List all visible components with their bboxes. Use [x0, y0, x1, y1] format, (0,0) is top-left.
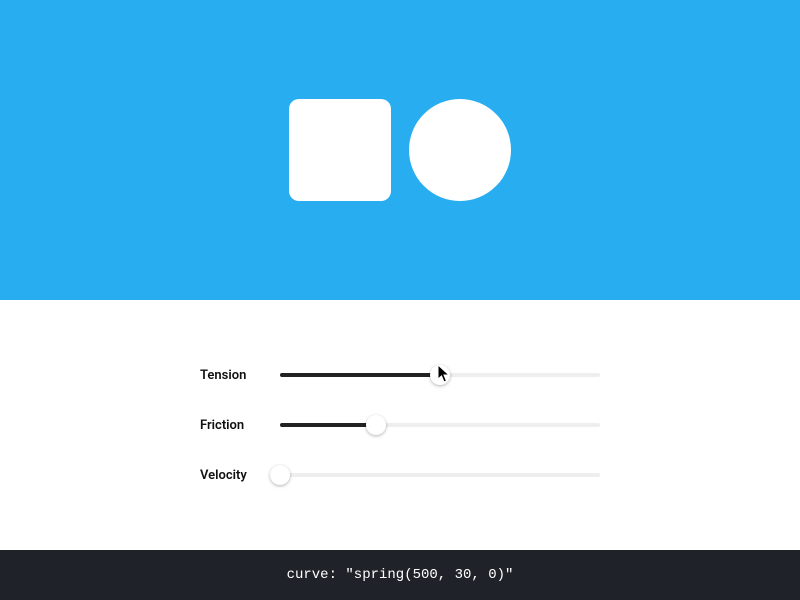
- slider-thumb[interactable]: [430, 365, 450, 385]
- slider-thumb[interactable]: [366, 415, 386, 435]
- slider-fill: [280, 423, 376, 427]
- code-text: curve: "spring(500, 30, 0)": [287, 567, 514, 583]
- slider-thumb[interactable]: [270, 465, 290, 485]
- slider-row-friction: Friction: [200, 415, 600, 435]
- code-output: curve: "spring(500, 30, 0)": [0, 550, 800, 600]
- slider-label-friction: Friction: [200, 418, 260, 433]
- slider-track: [280, 473, 600, 477]
- slider-fill: [280, 373, 440, 377]
- slider-row-tension: Tension: [200, 365, 600, 385]
- slider-row-velocity: Velocity: [200, 465, 600, 485]
- preview-area: [0, 0, 800, 300]
- slider-label-velocity: Velocity: [200, 468, 260, 483]
- slider-label-tension: Tension: [200, 368, 260, 383]
- slider-tension[interactable]: [280, 365, 600, 385]
- controls-area: Tension Friction Velocity: [0, 300, 800, 550]
- slider-velocity[interactable]: [280, 465, 600, 485]
- preview-circle: [409, 99, 511, 201]
- slider-friction[interactable]: [280, 415, 600, 435]
- preview-square: [289, 99, 391, 201]
